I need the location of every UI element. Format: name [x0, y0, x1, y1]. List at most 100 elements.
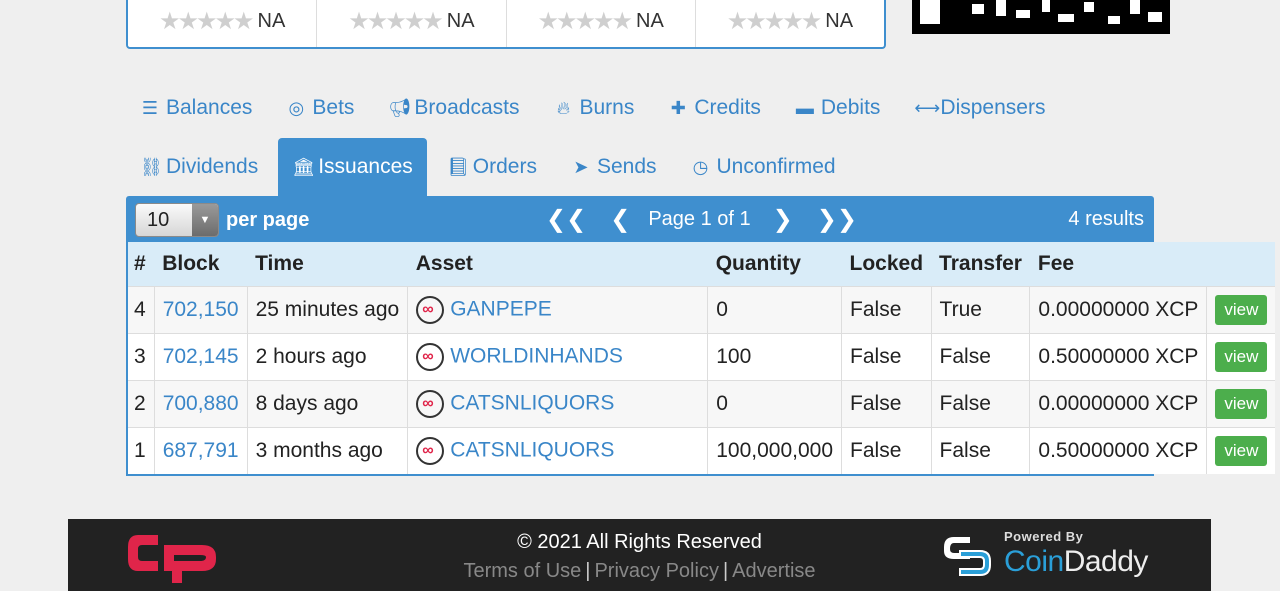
per-page-value: 10 — [147, 209, 170, 231]
view-button[interactable]: view — [1215, 294, 1268, 325]
block-link[interactable]: 687,791 — [153, 427, 248, 474]
counterparty-icon — [416, 342, 445, 371]
tab-label: Dividends — [166, 155, 259, 178]
table-header-row: # Block Time Asset Quantity Locked Trans… — [126, 242, 1276, 286]
table-row: 4 702,150 25 minutes ago GANPEPE 0 False… — [126, 286, 1276, 333]
per-page-select[interactable]: 10 ▼ — [135, 203, 219, 237]
fee-cell: 0.00000000 XCP — [1029, 380, 1207, 427]
results-count: 4 results — [1068, 208, 1144, 230]
counterparty-icon — [416, 295, 445, 324]
rating-strip: ★★★★★ NA ★★★★★ NA ★★★★★ NA ★★★★★ NA — [126, 0, 886, 49]
clock-icon: ◷ — [692, 156, 709, 177]
column-header — [1207, 242, 1276, 286]
asset-link[interactable]: CATSNLIQUORS — [450, 438, 614, 461]
asset-link[interactable]: GANPEPE — [450, 297, 552, 320]
quantity-cell: 100,000,000 — [707, 427, 842, 474]
tab-unconfirmed[interactable]: ◷ Unconfirmed — [691, 138, 836, 196]
tab-issuances[interactable]: 🏛︎ Issuances — [278, 138, 427, 196]
table-border — [126, 474, 1154, 476]
rating-value: NA — [257, 10, 286, 32]
time-cell: 2 hours ago — [246, 333, 408, 380]
view-button[interactable]: view — [1215, 435, 1268, 466]
rating-cell: ★★★★★ NA — [317, 0, 507, 47]
bank-icon: 🏛︎ — [292, 156, 316, 177]
star-rating-icon: ★★★★★ — [348, 8, 444, 35]
target-icon: ◎ — [288, 97, 305, 118]
powered-by-coindaddy[interactable]: Powered By CoinDaddy — [940, 527, 1160, 583]
rating-value: NA — [825, 10, 854, 32]
star-rating-icon: ★★★★★ — [158, 8, 255, 35]
asset-link[interactable]: WORLDINHANDS — [450, 344, 623, 367]
tab-bets[interactable]: ◎ Bets — [286, 96, 355, 120]
tab-burns[interactable]: 🔥︎ Burns — [553, 96, 634, 120]
tab-broadcasts[interactable]: 📢︎ Broadcasts — [388, 96, 519, 120]
tab-dividends[interactable]: ⛓ Dividends — [140, 138, 258, 196]
tab-label: Bets — [312, 96, 355, 119]
view-button[interactable]: view — [1215, 388, 1268, 419]
view-button[interactable]: view — [1215, 341, 1268, 372]
column-header: Locked — [849, 251, 924, 275]
fee-cell: 0.50000000 XCP — [1029, 333, 1207, 380]
rating-cell: ★★★★★ NA — [696, 0, 884, 47]
star-rating-icon: ★★★★★ — [537, 8, 633, 35]
tab-orders[interactable]: 📘︎ Orders — [447, 138, 537, 196]
asset-link[interactable]: CATSNLIQUORS — [450, 391, 614, 414]
first-page-icon[interactable]: ❮❮ — [546, 205, 586, 234]
tab-label: Burns — [579, 96, 635, 119]
fee-cell: 0.00000000 XCP — [1029, 286, 1207, 333]
privacy-link[interactable]: Privacy Policy — [594, 560, 718, 582]
time-cell: 3 months ago — [246, 427, 408, 474]
page-indicator: Page 1 of 1 — [648, 208, 751, 230]
rating-value: NA — [636, 10, 664, 32]
next-page-icon[interactable]: ❯ — [773, 205, 793, 234]
rating-value: NA — [446, 10, 475, 32]
column-header: Quantity — [715, 251, 801, 275]
table-row: 2 700,880 8 days ago CATSNLIQUORS 0 Fals… — [126, 380, 1276, 427]
last-page-icon[interactable]: ❯❯ — [817, 205, 857, 234]
row-number: 4 — [134, 297, 146, 321]
tab-label: Sends — [596, 155, 657, 178]
terms-link[interactable]: Terms of Use — [463, 560, 581, 582]
tab-label: Debits — [820, 96, 881, 119]
transfer-cell: False — [930, 333, 1030, 380]
action-cell: view — [1206, 333, 1276, 380]
book-icon: 📘︎ — [446, 156, 470, 177]
asset-cell: WORLDINHANDS — [407, 333, 708, 380]
fire-icon: 🔥︎ — [556, 97, 571, 118]
fee-cell: 0.50000000 XCP — [1029, 427, 1207, 474]
advertise-link[interactable]: Advertise — [732, 560, 815, 582]
table-toolbar: 10 ▼ per page ❮❮ ❮ Page 1 of 1 ❯ ❯❯ 4 re… — [126, 196, 1154, 242]
chevron-down-icon: ▼ — [192, 204, 218, 236]
table-border — [126, 242, 128, 476]
minus-icon: ▬ — [795, 97, 814, 118]
asset-cell: GANPEPE — [407, 286, 708, 333]
action-cell: view — [1206, 286, 1276, 333]
block-link[interactable]: 700,880 — [153, 380, 248, 427]
block-link[interactable]: 702,145 — [153, 333, 248, 380]
powered-by-label: Powered By — [1004, 529, 1084, 544]
column-header: # — [134, 251, 146, 275]
tab-debits[interactable]: ▬ Debits — [795, 96, 881, 120]
table-row: 3 702,145 2 hours ago WORLDINHANDS 100 F… — [126, 333, 1276, 380]
column-header: Time — [255, 251, 304, 275]
qr-code — [912, 0, 1170, 34]
prev-page-icon[interactable]: ❮ — [610, 205, 630, 234]
tab-sends[interactable]: ➤ Sends — [571, 138, 657, 196]
coindaddy-brand: CoinDaddy — [1004, 545, 1148, 579]
counterparty-icon — [416, 389, 445, 418]
per-page-label: per page — [226, 209, 310, 231]
time-cell: 8 days ago — [246, 380, 408, 427]
tab-credits[interactable]: ✚ Credits — [668, 96, 761, 120]
row-number: 1 — [134, 438, 146, 462]
tab-label: Balances — [166, 96, 253, 119]
locked-cell: False — [841, 380, 932, 427]
block-link[interactable]: 702,150 — [153, 286, 248, 333]
tab-balances[interactable]: ☰ Balances — [140, 96, 252, 120]
send-icon: ➤ — [573, 156, 589, 177]
time-cell: 25 minutes ago — [246, 286, 408, 333]
plus-icon: ✚ — [670, 97, 686, 118]
tab-label: Dispensers — [940, 96, 1046, 119]
brand-part: Daddy — [1063, 545, 1149, 578]
tab-dispensers[interactable]: ⟷ Dispensers — [914, 96, 1045, 120]
tab-label: Orders — [472, 155, 537, 178]
